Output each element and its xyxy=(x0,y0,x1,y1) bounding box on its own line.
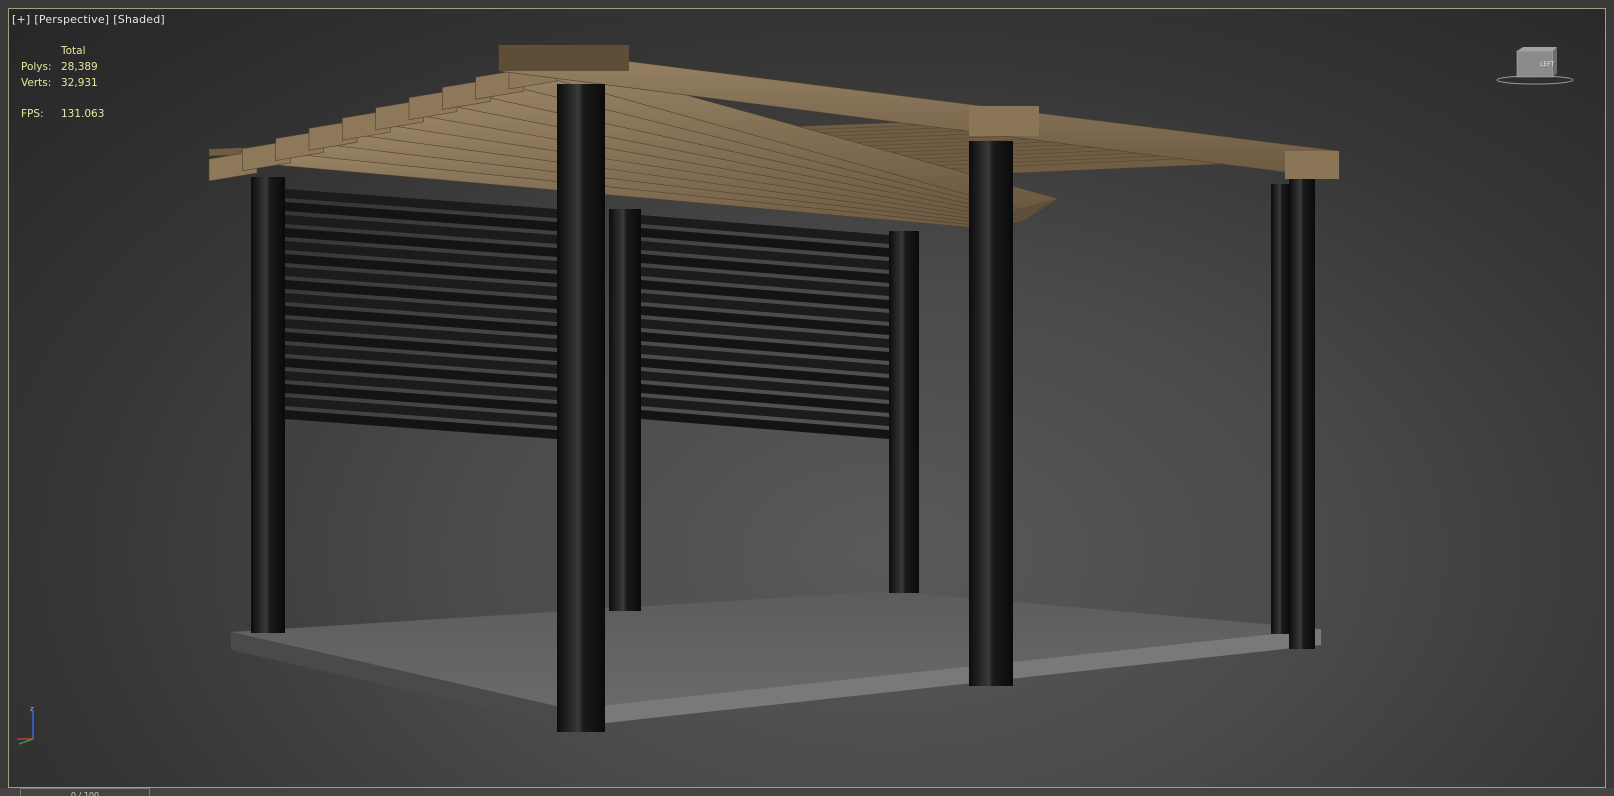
fps-value: 131.063 xyxy=(61,108,105,120)
axis-z-label: z xyxy=(30,705,34,713)
slat-panel-right[interactable] xyxy=(641,215,889,439)
pergola-scene[interactable] xyxy=(9,9,1606,788)
polys-value: 28,389 xyxy=(61,61,98,73)
viewport-menu-button[interactable]: [+] xyxy=(12,13,30,26)
app-window: [+] [Perspective] [Shaded] Total Polys: 28,… xyxy=(0,0,1614,796)
frame-counter[interactable]: 0 / 100 xyxy=(20,788,150,796)
verts-value: 32,931 xyxy=(61,77,98,89)
view-name-button[interactable]: [Perspective] xyxy=(34,13,109,26)
perspective-viewport[interactable]: [+] [Perspective] [Shaded] Total Polys: 28,… xyxy=(8,8,1606,788)
shading-mode-button[interactable]: [Shaded] xyxy=(113,13,165,26)
stats-header: Total xyxy=(61,45,86,57)
fps-label: FPS: xyxy=(21,108,44,120)
viewcube-icon[interactable]: LEFT xyxy=(1495,45,1575,89)
axis-tripod-icon: z xyxy=(17,705,34,745)
polys-label: Polys: xyxy=(21,61,52,73)
statistics-overlay: Total Polys: 28,389 Verts: 32,931 FPS: 131.… xyxy=(21,43,104,122)
viewcube-face-label[interactable]: LEFT xyxy=(1540,61,1554,68)
viewport-label: [+] [Perspective] [Shaded] xyxy=(12,13,169,26)
floor-slab[interactable] xyxy=(231,591,1321,727)
verts-label: Verts: xyxy=(21,77,52,89)
timeline-bar[interactable]: 0 / 100 xyxy=(0,788,1614,796)
slat-panel-left[interactable] xyxy=(285,189,557,439)
